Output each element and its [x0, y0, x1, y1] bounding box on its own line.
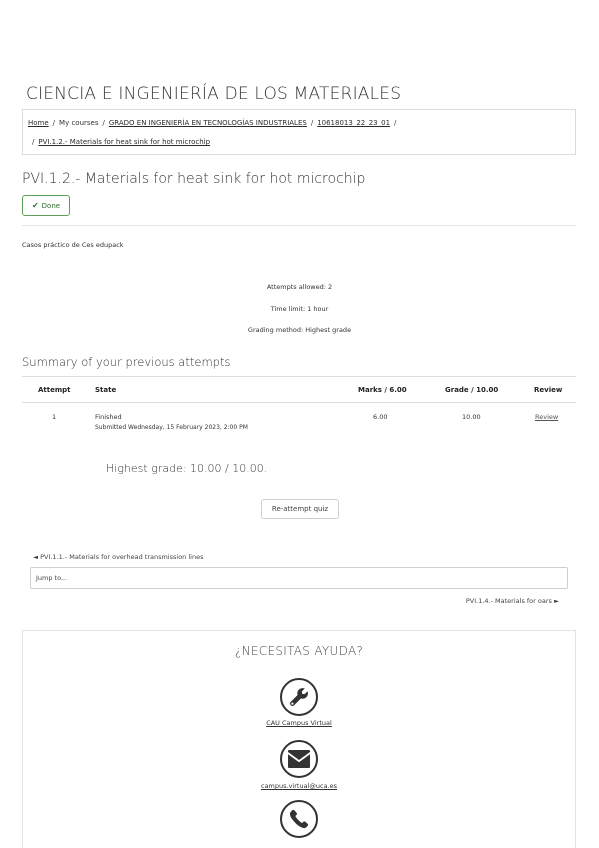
- envelope-icon[interactable]: [280, 740, 318, 778]
- table-border: [22, 376, 576, 377]
- time-limit: Time limit: 1 hour: [270, 305, 329, 313]
- wrench-icon[interactable]: [280, 678, 318, 716]
- phone-icon[interactable]: [280, 800, 318, 838]
- review-link[interactable]: Review: [535, 413, 558, 421]
- grading-method: Grading method: Highest grade: [247, 326, 352, 334]
- column-header-marks: Marks / 6.00: [358, 386, 407, 394]
- attempt-marks: 6.00: [373, 413, 388, 421]
- help-title: ¿NECESITAS AYUDA?: [234, 644, 364, 658]
- course-title: CIENCIA E INGENIERÍA DE LOS MATERIALES: [26, 84, 402, 104]
- check-icon: ✔: [31, 201, 39, 210]
- done-button[interactable]: ✔ Done: [22, 195, 70, 216]
- breadcrumb-activity-link[interactable]: PVI.1.2.- Materials for heat sink for ho…: [38, 138, 210, 146]
- breadcrumb: Home / My courses / GRADO EN INGENIERÍA EN T…: [22, 109, 576, 155]
- highest-grade: Highest grade: 10.00 / 10.00.: [106, 462, 268, 475]
- breadcrumb-home-link[interactable]: Home: [28, 119, 49, 127]
- breadcrumb-separator: /: [310, 119, 314, 127]
- campus-virtual-email-link[interactable]: campus.virtual@uca.es: [22, 782, 576, 790]
- breadcrumb-separator: /: [394, 119, 397, 127]
- breadcrumb-separator: /: [52, 119, 56, 127]
- attempt-submitted: Submitted Wednesday, 15 February 2023, 2…: [95, 424, 248, 431]
- breadcrumb-separator: /: [32, 138, 35, 146]
- page-title: PVI.1.2.- Materials for heat sink for ho…: [22, 171, 366, 187]
- jump-to-placeholder: Jump to...: [36, 574, 68, 582]
- column-header-attempt: Attempt: [38, 386, 71, 394]
- attempt-state: Finished: [95, 413, 122, 421]
- column-header-state: State: [95, 386, 117, 394]
- attempts-allowed: Attempts allowed: 2: [266, 283, 333, 291]
- breadcrumb-course-link[interactable]: 10618013_22_23_01: [317, 119, 390, 127]
- divider: [22, 225, 576, 226]
- done-label: Done: [41, 201, 61, 210]
- cau-campus-virtual-link[interactable]: CAU Campus Virtual: [22, 719, 576, 727]
- table-border: [22, 402, 576, 403]
- activity-intro: Casos práctico de Ces edupack: [22, 241, 124, 249]
- summary-heading: Summary of your previous attempts: [22, 355, 231, 369]
- jump-to-select[interactable]: Jump to...: [30, 567, 568, 589]
- breadcrumb-degree-link[interactable]: GRADO EN INGENIERÍA EN TECNOLOGÍAS INDUS…: [109, 119, 307, 127]
- next-activity-link[interactable]: PVI.1.4.- Materials for oars ►: [466, 597, 559, 605]
- breadcrumb-separator: /: [102, 119, 105, 127]
- attempt-number: 1: [52, 413, 57, 421]
- reattempt-quiz-button[interactable]: Re-attempt quiz: [261, 499, 339, 519]
- previous-activity-link[interactable]: ◄ PVI.1.1.- Materials for overhead trans…: [33, 553, 203, 561]
- column-header-review: Review: [534, 386, 563, 394]
- column-header-grade: Grade / 10.00: [445, 386, 499, 394]
- breadcrumb-my-courses: My courses: [59, 119, 99, 127]
- attempt-grade: 10.00: [462, 413, 481, 421]
